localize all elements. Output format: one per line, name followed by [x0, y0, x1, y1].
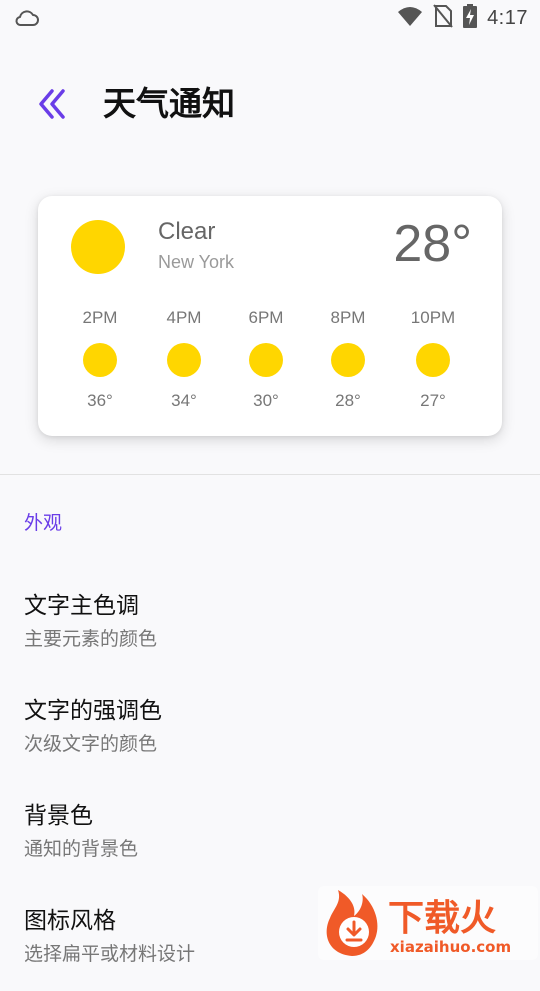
hour-time: 8PM — [330, 308, 366, 327]
setting-subtitle: 主要元素的颜色 — [24, 628, 158, 650]
setting-subtitle: 通知的背景色 — [24, 838, 139, 860]
setting-text-accent-color[interactable]: 文字的强调色 次级文字的颜色 — [0, 691, 540, 781]
hourly-item: 10PM 27° — [393, 306, 473, 411]
current-temperature: 28° — [393, 215, 472, 273]
sun-icon — [331, 343, 365, 377]
setting-subtitle: 选择扁平或材料设计 — [24, 943, 196, 965]
setting-title: 文字主色调 — [24, 593, 139, 619]
hour-temperature: 30° — [253, 391, 279, 410]
svg-text:下载火: 下载火 — [388, 898, 496, 939]
hour-time: 6PM — [248, 308, 284, 327]
hourly-item: 2PM 36° — [60, 306, 140, 411]
setting-title: 背景色 — [24, 803, 93, 829]
sun-icon — [416, 343, 450, 377]
setting-title: 图标风格 — [24, 908, 116, 934]
hourly-forecast: 2PM 36° 4PM 34° 6PM 30° 8PM 28° 10PM 27° — [60, 306, 480, 416]
hour-temperature: 34° — [171, 391, 197, 410]
hour-temperature: 28° — [335, 391, 361, 410]
sun-icon — [71, 220, 125, 274]
cloud-icon — [14, 8, 40, 28]
weather-preview-card: Clear New York 28° 2PM 36° 4PM 34° 6PM 3… — [38, 196, 502, 436]
setting-background-color[interactable]: 背景色 通知的背景色 — [0, 796, 540, 886]
battery-charging-icon — [463, 4, 478, 32]
hourly-item: 6PM 30° — [226, 306, 306, 411]
hourly-item: 4PM 34° — [144, 306, 224, 411]
sun-icon — [249, 343, 283, 377]
sun-icon — [83, 343, 117, 377]
setting-subtitle: 次级文字的颜色 — [24, 733, 158, 755]
no-sim-icon — [433, 4, 453, 32]
hour-time: 10PM — [410, 308, 456, 327]
setting-title: 文字的强调色 — [24, 698, 162, 724]
status-bar: 4:17 — [0, 0, 540, 36]
section-header-appearance: 外观 — [24, 512, 63, 534]
weather-location: New York — [158, 252, 235, 272]
page-title: 天气通知 — [103, 84, 235, 123]
hour-time: 2PM — [82, 308, 118, 327]
svg-text:xiazaihuo.com: xiazaihuo.com — [390, 938, 511, 956]
hour-time: 4PM — [166, 308, 202, 327]
hour-temperature: 36° — [87, 391, 113, 410]
weather-condition: Clear — [158, 218, 216, 245]
app-header: 天气通知 — [0, 70, 540, 140]
watermark-logo: 下载火 xiazaihuo.com — [318, 886, 538, 960]
hour-temperature: 27° — [420, 391, 446, 410]
back-button[interactable] — [32, 84, 72, 124]
divider — [0, 474, 540, 475]
sun-icon — [167, 343, 201, 377]
status-time: 4:17 — [487, 6, 528, 29]
setting-text-primary-color[interactable]: 文字主色调 主要元素的颜色 — [0, 586, 540, 676]
wifi-icon — [397, 5, 423, 31]
double-chevron-left-icon — [39, 89, 65, 119]
hourly-item: 8PM 28° — [308, 306, 388, 411]
